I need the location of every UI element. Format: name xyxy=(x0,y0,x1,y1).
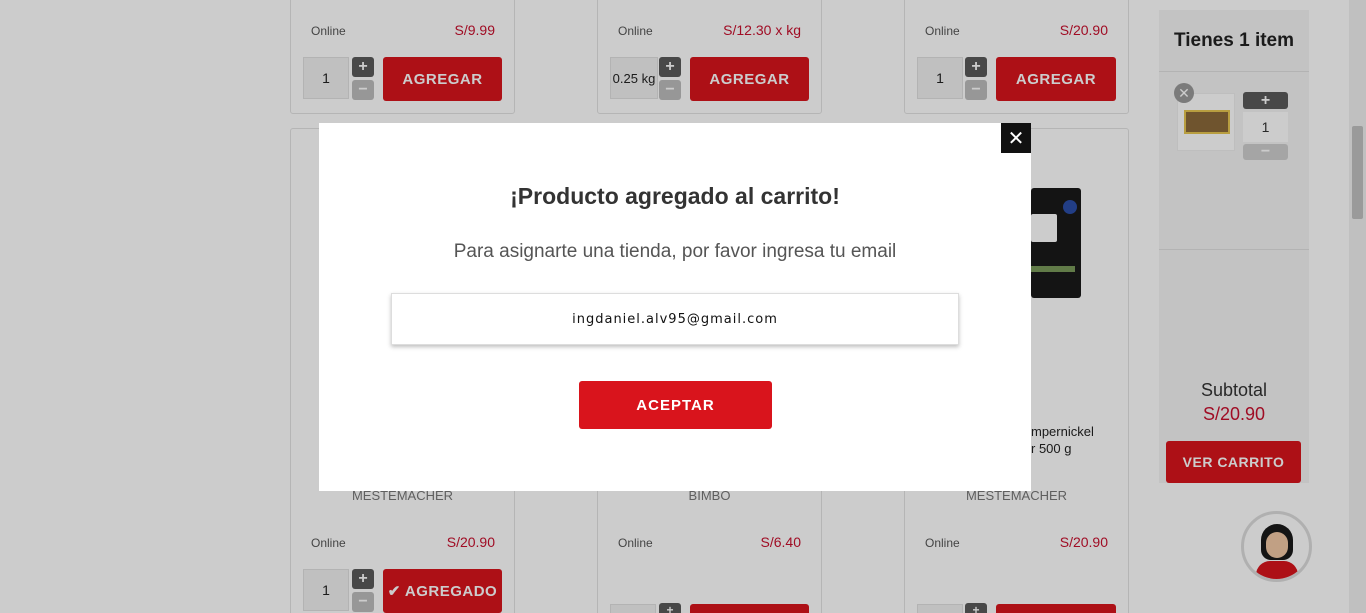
modal-subtitle: Para asignarte una tienda, por favor ing… xyxy=(453,241,897,262)
close-icon[interactable]: ✕ xyxy=(1001,123,1031,153)
email-field[interactable] xyxy=(391,293,959,345)
cart-confirmation-modal: ¡Producto agregado al carrito! Para asig… xyxy=(319,123,1031,491)
modal-title: ¡Producto agregado al carrito! xyxy=(510,183,840,209)
accept-button[interactable]: ACEPTAR xyxy=(579,381,772,429)
